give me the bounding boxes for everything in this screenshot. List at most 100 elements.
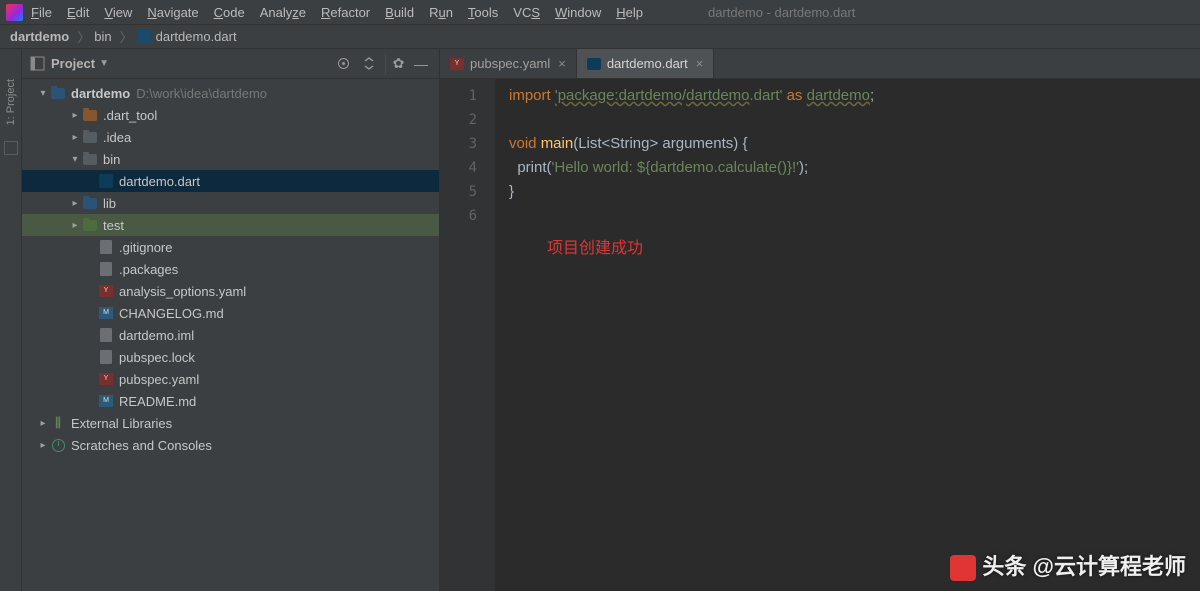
sidebar-tab-project[interactable]: 1: Project — [5, 79, 17, 125]
breadcrumb: dartdemo 〉 bin 〉 dartdemo.dart — [0, 24, 1200, 49]
tree-item[interactable]: .packages — [22, 258, 439, 280]
tree-arrow-icon — [84, 308, 98, 319]
menu-navigate[interactable]: Navigate — [147, 5, 198, 20]
tree-root[interactable]: ▾ dartdemo D:\work\idea\dartdemo — [22, 82, 439, 104]
editor-tabs: Ypubspec.yaml×dartdemo.dart× — [440, 49, 1200, 79]
tree-item-label: .idea — [103, 130, 131, 145]
tab-label: pubspec.yaml — [470, 56, 550, 71]
code-area[interactable]: import 'package:dartdemo/dartdemo.dart' … — [509, 79, 1200, 591]
menu-view[interactable]: View — [104, 5, 132, 20]
locate-icon[interactable] — [333, 54, 353, 74]
line-number: 2 — [440, 108, 495, 132]
tab-label: dartdemo.dart — [607, 56, 688, 71]
settings-icon[interactable]: ✿ — [385, 54, 405, 74]
menu-help[interactable]: Help — [616, 5, 643, 20]
tree-item-label: lib — [103, 196, 116, 211]
expand-all-icon[interactable] — [359, 54, 379, 74]
tree-item[interactable]: ▸ .dart_tool — [22, 104, 439, 126]
folder-blue-icon — [82, 195, 98, 211]
line-number: 6 — [440, 204, 495, 228]
tree-item-label: .packages — [119, 262, 178, 277]
md-icon: M — [98, 305, 114, 321]
tab-close-icon[interactable]: × — [558, 56, 566, 71]
project-view-icon — [30, 56, 45, 71]
line-number: 5 — [440, 180, 495, 204]
project-pane: Project ▼ ✿ — ▾ dartdemo D:\work\idea\da… — [22, 49, 440, 591]
tree-item-label: bin — [103, 152, 120, 167]
editor-tab[interactable]: Ypubspec.yaml× — [440, 49, 577, 78]
line-number: 3 — [440, 132, 495, 156]
dart-file-icon — [137, 30, 151, 44]
menu-code[interactable]: Code — [214, 5, 245, 20]
crumb-sep-icon: 〉 — [77, 27, 90, 46]
tree-item-label: analysis_options.yaml — [119, 284, 246, 299]
tree-arrow-icon — [84, 396, 98, 407]
tree-item[interactable]: M README.md — [22, 390, 439, 412]
tree-item[interactable]: pubspec.lock — [22, 346, 439, 368]
tree-item[interactable]: ▸ test — [22, 214, 439, 236]
sidebar-tab-structure-icon[interactable] — [4, 141, 18, 155]
tree-item-label: pubspec.lock — [119, 350, 195, 365]
file-icon — [98, 327, 114, 343]
folder-icon — [82, 151, 98, 167]
tree-scratches[interactable]: ▸ Scratches and Consoles — [22, 434, 439, 456]
library-icon: ⫼ — [50, 415, 66, 431]
tree-item[interactable]: ▸ lib — [22, 192, 439, 214]
project-tree[interactable]: ▾ dartdemo D:\work\idea\dartdemo ▸ .dart_… — [22, 79, 439, 591]
tree-arrow-icon — [84, 242, 98, 253]
tree-item-label: test — [103, 218, 124, 233]
menu-window[interactable]: Window — [555, 5, 601, 20]
tree-arrow-icon: ▸ — [68, 220, 82, 231]
tree-item-label: .dart_tool — [103, 108, 157, 123]
tree-item[interactable]: dartdemo.dart — [22, 170, 439, 192]
yaml-icon: Y — [98, 371, 114, 387]
crumb-project[interactable]: dartdemo — [10, 29, 69, 44]
tree-arrow-icon — [84, 352, 98, 363]
menu-analyze[interactable]: Analyze — [260, 5, 306, 20]
hide-icon[interactable]: — — [411, 54, 431, 74]
menu-refactor[interactable]: Refactor — [321, 5, 370, 20]
annotation-text: 项目创建成功 — [547, 234, 643, 258]
editor-tab[interactable]: dartdemo.dart × — [577, 49, 715, 78]
tree-item[interactable]: M CHANGELOG.md — [22, 302, 439, 324]
tree-arrow-icon — [84, 176, 98, 187]
tree-item-label: CHANGELOG.md — [119, 306, 224, 321]
project-dropdown-icon[interactable]: ▼ — [99, 58, 109, 69]
crumb-file[interactable]: dartdemo.dart — [156, 29, 237, 44]
menu-run[interactable]: Run — [429, 5, 453, 20]
project-header: Project ▼ ✿ — — [22, 49, 439, 79]
menu-tools[interactable]: Tools — [468, 5, 498, 20]
app-logo-icon — [6, 4, 23, 21]
menu-build[interactable]: Build — [385, 5, 414, 20]
fold-column — [495, 79, 509, 591]
tree-item[interactable]: dartdemo.iml — [22, 324, 439, 346]
folder-orange-icon — [82, 107, 98, 123]
tree-arrow-icon — [84, 374, 98, 385]
tree-external-libs[interactable]: ▸ ⫼ External Libraries — [22, 412, 439, 434]
file-icon — [98, 261, 114, 277]
tab-close-icon[interactable]: × — [696, 56, 704, 71]
tree-arrow-icon: ▸ — [68, 110, 82, 121]
tool-window-bar: 1: Project — [0, 49, 22, 591]
menu-edit[interactable]: Edit — [67, 5, 89, 20]
tree-item[interactable]: Yanalysis_options.yaml — [22, 280, 439, 302]
line-number: 1 — [440, 84, 495, 108]
folder-icon — [50, 85, 66, 101]
line-number: 4 — [440, 156, 495, 180]
tree-item[interactable]: .gitignore — [22, 236, 439, 258]
tree-arrow-icon: ▸ — [68, 198, 82, 209]
tree-item-label: README.md — [119, 394, 196, 409]
tree-item[interactable]: Ypubspec.yaml — [22, 368, 439, 390]
tree-arrow-icon — [84, 330, 98, 341]
watermark-logo-icon — [950, 555, 976, 581]
menu-file[interactable]: File — [31, 5, 52, 20]
project-label[interactable]: Project — [51, 56, 95, 71]
tree-item[interactable]: ▾bin — [22, 148, 439, 170]
tree-arrow-icon — [84, 264, 98, 275]
crumb-folder[interactable]: bin — [94, 29, 111, 44]
menu-vcs[interactable]: VCS — [513, 5, 540, 20]
folder-icon — [82, 129, 98, 145]
md-icon: M — [98, 393, 114, 409]
tree-item[interactable]: ▸.idea — [22, 126, 439, 148]
menu-bar: File Edit View Navigate Code Analyze Ref… — [0, 0, 1200, 24]
